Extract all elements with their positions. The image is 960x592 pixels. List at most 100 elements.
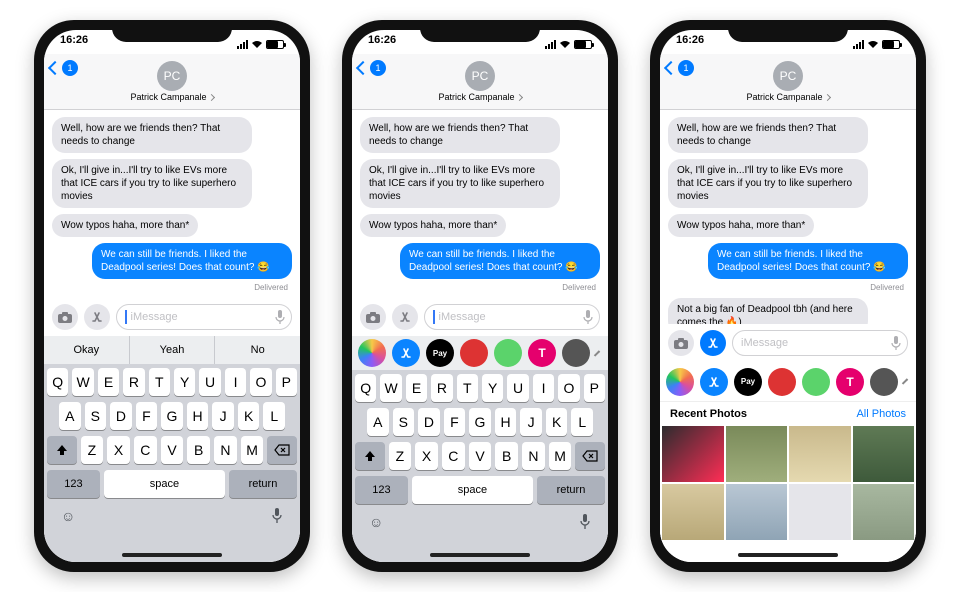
key-v[interactable]: V	[161, 436, 184, 464]
key-g[interactable]: G	[469, 408, 491, 436]
key-n[interactable]: N	[522, 442, 545, 470]
key-w[interactable]: W	[72, 368, 93, 396]
key-m[interactable]: M	[241, 436, 264, 464]
key-return[interactable]: return	[537, 476, 605, 504]
contact-button[interactable]: PCPatrick Campanale	[746, 61, 829, 102]
emoji-button[interactable]: ☺	[369, 514, 383, 530]
message-sent[interactable]: We can still be friends. I liked the Dea…	[400, 243, 600, 279]
photo-thumbnail[interactable]	[662, 484, 724, 540]
key-q[interactable]: Q	[47, 368, 68, 396]
app-red[interactable]	[460, 339, 488, 367]
key-a[interactable]: A	[59, 402, 81, 430]
message-received[interactable]: Ok, I'll give in...I'll try to like EVs …	[52, 159, 252, 208]
key-h[interactable]: H	[187, 402, 209, 430]
key-space[interactable]: space	[104, 470, 225, 498]
mic-button[interactable]	[275, 310, 285, 324]
back-button[interactable]: 1	[358, 60, 386, 76]
home-indicator[interactable]	[122, 553, 222, 557]
key-w[interactable]: W	[380, 374, 401, 402]
key-a[interactable]: A	[367, 408, 389, 436]
key-e[interactable]: E	[98, 368, 119, 396]
message-received[interactable]: Well, how are we friends then? That need…	[52, 117, 252, 153]
apps-button[interactable]	[392, 304, 418, 330]
suggestion[interactable]: No	[215, 336, 300, 364]
key-x[interactable]: X	[107, 436, 130, 464]
dictation-button[interactable]	[579, 514, 591, 530]
key-n[interactable]: N	[214, 436, 237, 464]
key-d[interactable]: D	[110, 402, 132, 430]
key-shift[interactable]	[355, 442, 385, 470]
key-v[interactable]: V	[469, 442, 492, 470]
home-indicator[interactable]	[738, 553, 838, 557]
dictation-button[interactable]	[271, 508, 283, 524]
key-i[interactable]: I	[225, 368, 246, 396]
photo-thumbnail[interactable]	[726, 426, 788, 482]
key-k[interactable]: K	[238, 402, 260, 430]
key-t[interactable]: T	[149, 368, 170, 396]
key-numbers[interactable]: 123	[355, 476, 408, 504]
key-space[interactable]: space	[412, 476, 533, 504]
key-q[interactable]: Q	[355, 374, 376, 402]
photo-thumbnail[interactable]	[662, 426, 724, 482]
key-l[interactable]: L	[571, 408, 593, 436]
app-gray[interactable]	[870, 368, 898, 396]
app-gray[interactable]	[562, 339, 590, 367]
key-p[interactable]: P	[584, 374, 605, 402]
key-p[interactable]: P	[276, 368, 297, 396]
key-c[interactable]: C	[442, 442, 465, 470]
message-received[interactable]: Ok, I'll give in...I'll try to like EVs …	[360, 159, 560, 208]
key-b[interactable]: B	[187, 436, 210, 464]
key-z[interactable]: Z	[81, 436, 104, 464]
key-k[interactable]: K	[546, 408, 568, 436]
photo-thumbnail[interactable]	[853, 484, 915, 540]
message-input[interactable]: iMessage	[732, 330, 908, 356]
apps-button-active[interactable]	[700, 330, 726, 356]
camera-button[interactable]	[668, 330, 694, 356]
key-s[interactable]: S	[85, 402, 107, 430]
app-applepay[interactable]: Pay	[426, 339, 454, 367]
key-c[interactable]: C	[134, 436, 157, 464]
key-o[interactable]: O	[558, 374, 579, 402]
key-i[interactable]: I	[533, 374, 554, 402]
key-u[interactable]: U	[199, 368, 220, 396]
message-received[interactable]: Well, how are we friends then? That need…	[668, 117, 868, 153]
apps-button[interactable]	[84, 304, 110, 330]
contact-button[interactable]: PC Patrick Campanale	[130, 61, 213, 102]
key-y[interactable]: Y	[482, 374, 503, 402]
app-photos[interactable]	[666, 368, 694, 396]
key-o[interactable]: O	[250, 368, 271, 396]
message-received[interactable]: Ok, I'll give in...I'll try to like EVs …	[668, 159, 868, 208]
emoji-button[interactable]: ☺	[61, 508, 75, 524]
app-tmobile[interactable]: T	[528, 339, 556, 367]
app-appstore[interactable]	[392, 339, 420, 367]
key-x[interactable]: X	[415, 442, 438, 470]
app-tmobile[interactable]: T	[836, 368, 864, 396]
key-shift[interactable]	[47, 436, 77, 464]
key-y[interactable]: Y	[174, 368, 195, 396]
message-sent[interactable]: We can still be friends. I liked the Dea…	[708, 243, 908, 279]
key-l[interactable]: L	[263, 402, 285, 430]
message-received[interactable]: Wow typos haha, more than*	[668, 214, 814, 237]
photo-thumbnail[interactable]	[789, 426, 851, 482]
key-d[interactable]: D	[418, 408, 440, 436]
chevron-right-icon[interactable]	[594, 350, 600, 356]
key-u[interactable]: U	[507, 374, 528, 402]
key-h[interactable]: H	[495, 408, 517, 436]
camera-button[interactable]	[360, 304, 386, 330]
suggestion[interactable]: Okay	[44, 336, 130, 364]
photo-thumbnail[interactable]	[726, 484, 788, 540]
all-photos-button[interactable]: All Photos	[856, 408, 906, 420]
key-e[interactable]: E	[406, 374, 427, 402]
back-button[interactable]: 1	[50, 60, 78, 76]
app-applepay[interactable]: Pay	[734, 368, 762, 396]
key-r[interactable]: R	[431, 374, 452, 402]
app-green[interactable]	[494, 339, 522, 367]
key-return[interactable]: return	[229, 470, 297, 498]
camera-button[interactable]	[52, 304, 78, 330]
message-received[interactable]: Wow typos haha, more than*	[360, 214, 506, 237]
key-z[interactable]: Z	[389, 442, 412, 470]
app-appstore[interactable]	[700, 368, 728, 396]
key-backspace[interactable]	[267, 436, 297, 464]
key-numbers[interactable]: 123	[47, 470, 100, 498]
key-j[interactable]: J	[212, 402, 234, 430]
